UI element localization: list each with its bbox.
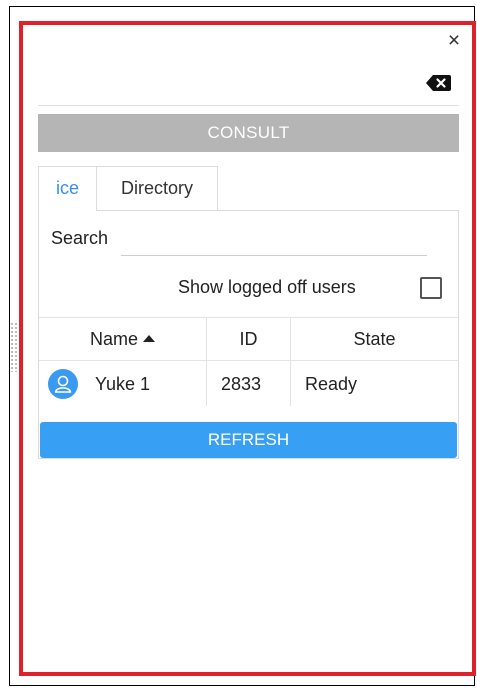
column-header-state[interactable]: State [291,318,458,360]
show-logged-off-checkbox[interactable] [420,277,442,299]
tab-ice[interactable]: ice [38,166,96,211]
close-icon[interactable]: × [443,30,465,52]
cell-state: Ready [305,374,358,394]
column-header-name[interactable]: Name [39,318,206,360]
show-logged-off-label: Show logged off users [178,277,356,297]
column-header-id[interactable]: ID [207,318,290,360]
consult-button[interactable]: CONSULT [38,114,459,152]
drag-handle-icon[interactable] [10,322,18,372]
header-divider [38,105,459,106]
sort-ascending-icon [143,335,155,342]
tab-directory[interactable]: Directory [96,166,218,210]
table-header-border [39,360,458,361]
backspace-icon[interactable] [425,74,451,92]
cell-name: Yuke 1 [95,374,151,394]
search-input[interactable] [121,228,427,256]
user-icon [48,369,78,399]
cell-id: 2833 [221,374,262,394]
column-header-name-label: Name [89,329,138,349]
search-label: Search [51,228,109,248]
refresh-button[interactable]: REFRESH [40,422,457,458]
